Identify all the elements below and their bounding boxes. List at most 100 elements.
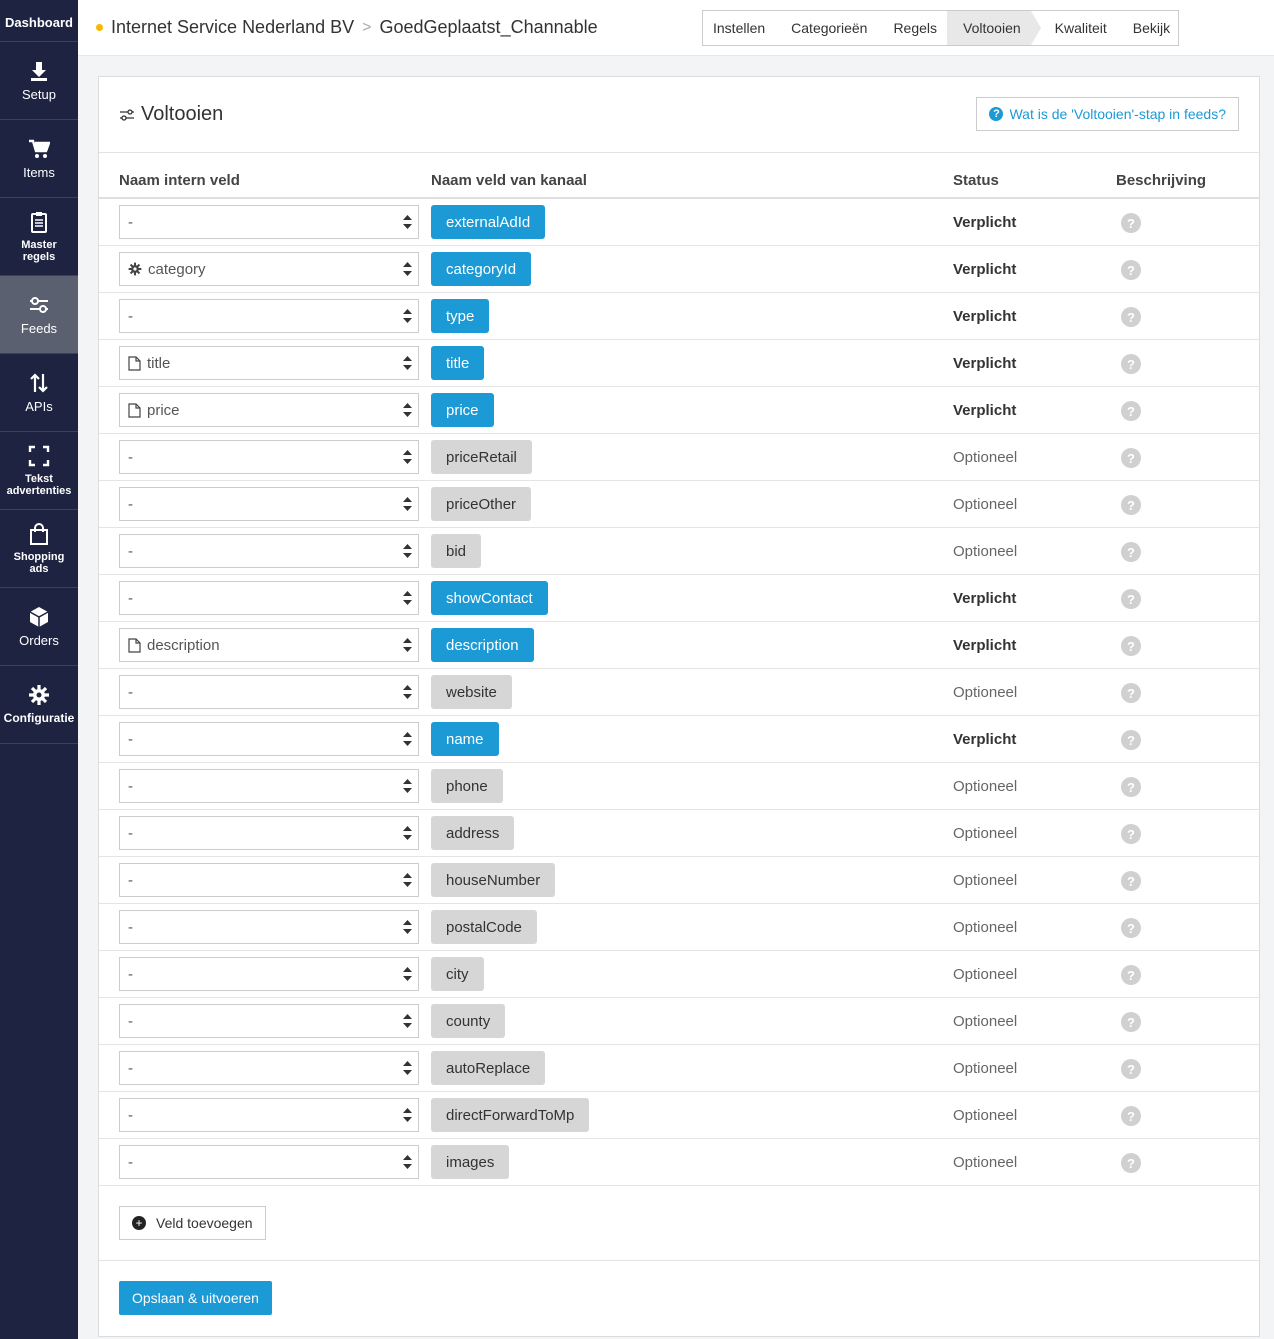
channel-field-chip: houseNumber (431, 863, 556, 897)
gear-icon (29, 685, 49, 705)
select-arrows-icon (403, 685, 412, 699)
step-categorieen[interactable]: Categorieën (775, 11, 877, 45)
internal-field-select[interactable]: price (119, 393, 419, 427)
question-icon[interactable]: ? (1121, 542, 1141, 562)
question-icon[interactable]: ? (1121, 260, 1141, 280)
table-row: - houseNumber Optioneel? (99, 857, 1259, 904)
internal-field-select[interactable]: - (119, 675, 419, 709)
question-icon[interactable]: ? (1121, 965, 1141, 985)
add-field-button[interactable]: + Veld toevoegen (119, 1206, 266, 1240)
help-button[interactable]: ? Wat is de 'Voltooien'-stap in feeds? (976, 97, 1239, 131)
field-status: Optioneel (953, 1154, 1018, 1171)
internal-field-select[interactable]: - (119, 487, 419, 521)
internal-field-select[interactable]: - (119, 1004, 419, 1038)
internal-field-select[interactable]: - (119, 863, 419, 897)
field-status: Verplicht (953, 637, 1017, 654)
breadcrumb-company[interactable]: Internet Service Nederland BV (111, 17, 354, 38)
table-row: - website Optioneel? (99, 669, 1259, 716)
internal-field-select[interactable]: - (119, 581, 419, 615)
download-icon (31, 62, 47, 81)
question-icon[interactable]: ? (1121, 1059, 1141, 1079)
table-row: - county Optioneel? (99, 998, 1259, 1045)
save-and-run-button[interactable]: Opslaan & uitvoeren (119, 1281, 272, 1315)
channel-field-chip: priceRetail (431, 440, 532, 474)
field-status: Optioneel (953, 1107, 1018, 1124)
question-icon[interactable]: ? (1121, 307, 1141, 327)
step-voltooien[interactable]: Voltooien (947, 11, 1041, 45)
internal-field-select[interactable]: - (119, 769, 419, 803)
select-arrows-icon (403, 262, 412, 276)
question-icon[interactable]: ? (1121, 589, 1141, 609)
select-arrows-icon (403, 450, 412, 464)
internal-field-value: - (128, 824, 133, 842)
field-status: Verplicht (953, 355, 1017, 372)
internal-field-select[interactable]: - (119, 1145, 419, 1179)
sidebar-item-orders[interactable]: Orders (0, 588, 78, 666)
internal-field-value: - (128, 1059, 133, 1077)
channel-field-chip: description (431, 628, 534, 662)
sidebar-item-shopping-ads[interactable]: Shopping ads (0, 510, 78, 588)
step-bekijk[interactable]: Bekijk (1117, 11, 1180, 45)
question-icon[interactable]: ? (1121, 730, 1141, 750)
step-kwaliteit[interactable]: Kwaliteit (1031, 11, 1117, 45)
field-status: Optioneel (953, 966, 1018, 983)
sidebar-label: Configuratie (3, 711, 75, 725)
question-icon[interactable]: ? (1121, 213, 1141, 233)
frame-icon (28, 445, 50, 466)
internal-field-select[interactable]: title (119, 346, 419, 380)
question-icon[interactable]: ? (1121, 636, 1141, 656)
internal-field-select[interactable]: - (119, 957, 419, 991)
sliders-icon (30, 297, 48, 313)
question-icon[interactable]: ? (1121, 918, 1141, 938)
help-button-label: Wat is de 'Voltooien'-stap in feeds? (1009, 106, 1226, 122)
question-icon[interactable]: ? (1121, 1153, 1141, 1173)
sidebar-item-items[interactable]: Items (0, 120, 78, 198)
plus-circle-icon: + (132, 1216, 146, 1230)
field-status: Verplicht (953, 402, 1017, 419)
step-instellen[interactable]: Instellen (703, 11, 775, 45)
sidebar-item-tekst-advertenties[interactable]: Tekst advertenties (0, 432, 78, 510)
channel-field-chip: directForwardToMp (431, 1098, 590, 1132)
internal-field-select[interactable]: - (119, 440, 419, 474)
sidebar-item-apis[interactable]: APIs (0, 354, 78, 432)
question-icon[interactable]: ? (1121, 495, 1141, 515)
column-header-status: Status (953, 172, 999, 189)
question-icon[interactable]: ? (1121, 354, 1141, 374)
question-icon[interactable]: ? (1121, 1106, 1141, 1126)
internal-field-select[interactable]: - (119, 1098, 419, 1132)
internal-field-value: title (147, 354, 171, 372)
channel-field-chip: title (431, 346, 485, 380)
table-row: - directForwardToMp Optioneel? (99, 1092, 1259, 1139)
question-icon[interactable]: ? (1121, 1012, 1141, 1032)
sidebar-item-setup[interactable]: Setup (0, 42, 78, 120)
internal-field-select[interactable]: description (119, 628, 419, 662)
table-row: - priceOther Optioneel? (99, 481, 1259, 528)
sidebar-item-feeds[interactable]: Feeds (0, 276, 78, 354)
breadcrumb-feed[interactable]: GoedGeplaatst_Channable (379, 17, 597, 38)
internal-field-select[interactable]: - (119, 910, 419, 944)
internal-field-select[interactable]: - (119, 1051, 419, 1085)
internal-field-value: category (148, 260, 206, 278)
internal-field-select[interactable]: category (119, 252, 419, 286)
question-icon[interactable]: ? (1121, 777, 1141, 797)
internal-field-select[interactable]: - (119, 534, 419, 568)
field-status: Optioneel (953, 496, 1018, 513)
channel-field-chip: autoReplace (431, 1051, 546, 1085)
select-arrows-icon (403, 826, 412, 840)
field-status: Optioneel (953, 449, 1018, 466)
internal-field-select[interactable]: - (119, 722, 419, 756)
question-icon[interactable]: ? (1121, 401, 1141, 421)
internal-field-value: - (128, 307, 133, 325)
channel-field-chip: externalAdId (431, 205, 546, 239)
question-icon[interactable]: ? (1121, 448, 1141, 468)
internal-field-select[interactable]: - (119, 299, 419, 333)
question-icon[interactable]: ? (1121, 683, 1141, 703)
question-icon[interactable]: ? (1121, 824, 1141, 844)
sidebar-item-master-regels[interactable]: Master regels (0, 198, 78, 276)
internal-field-select[interactable]: - (119, 205, 419, 239)
sidebar-item-configuratie[interactable]: Configuratie (0, 666, 78, 744)
sidebar-item-dashboard[interactable]: Dashboard (0, 0, 78, 42)
internal-field-select[interactable]: - (119, 816, 419, 850)
question-icon[interactable]: ? (1121, 871, 1141, 891)
step-regels[interactable]: Regels (877, 11, 947, 45)
